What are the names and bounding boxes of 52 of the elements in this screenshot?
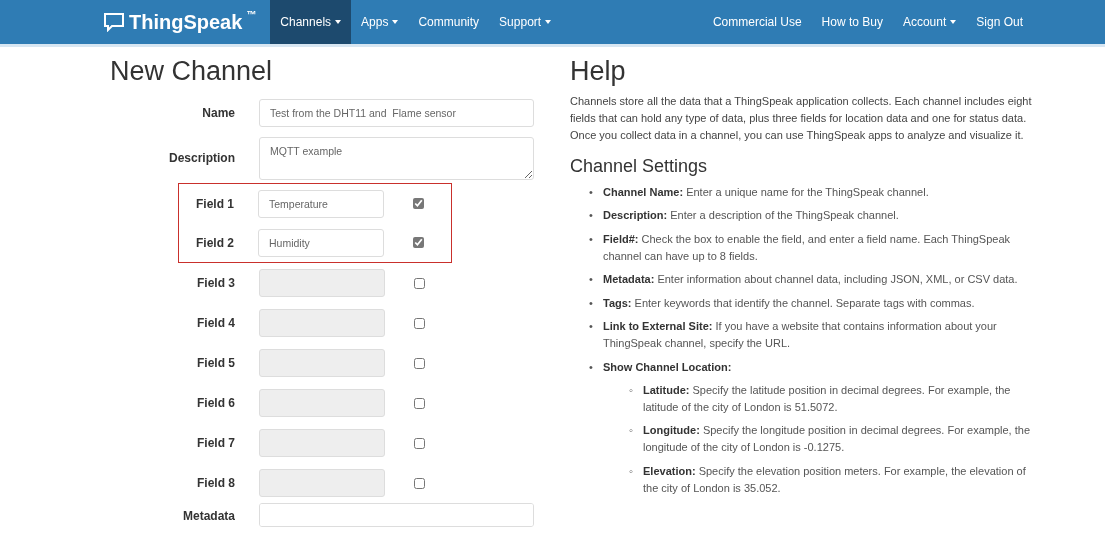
name-input[interactable]: Test from the DHT11 and Flame sensor bbox=[259, 99, 534, 128]
help-item-text: Channel Name: Enter a unique name for the ThingSpeak channel. bbox=[603, 186, 929, 198]
bullet-marker: ◦ bbox=[629, 423, 634, 439]
bullet-marker: • bbox=[589, 232, 594, 247]
help-title: Help bbox=[570, 55, 627, 88]
field-label: Field 7 bbox=[196, 435, 236, 453]
page-title: New Channel bbox=[110, 55, 274, 88]
bullet-marker: • bbox=[589, 360, 594, 375]
field-checkbox[interactable] bbox=[413, 237, 424, 249]
metadata-input[interactable] bbox=[259, 503, 534, 528]
brand-logo[interactable]: ThingSpeak $^{™}$ bbox=[103, 7, 257, 37]
help-item-text: Latitude: Specify the latitude position in decimal degrees. For example, the latitude of the city of London is 51.5072. bbox=[643, 384, 1011, 413]
speech-bubble-icon bbox=[103, 12, 125, 32]
help-item-text: Longitude: Specify the longitude position in decimal degrees. For example, the longitude of the city of London is -0.1275. bbox=[643, 424, 1031, 454]
help-item-text: Link to External Site: If you have a website that contains information about your ThingSpeak channel, specify the URL. bbox=[603, 320, 997, 350]
bullet-marker: • bbox=[589, 296, 594, 311]
nav-link[interactable]: How to Buy bbox=[811, 0, 893, 44]
nav-link[interactable]: Community bbox=[408, 0, 490, 44]
field-label: Field 4 bbox=[196, 315, 236, 333]
help-item-text: Metadata: Enter information about channel data, including JSON, XML, or CSV data. bbox=[603, 273, 1018, 286]
nav-link[interactable]: Sign Out bbox=[966, 0, 1033, 44]
help-item-text: Field#: Check the box to enable the field, and enter a field name. Each ThingSpeak channel can have up to 8 fields. bbox=[603, 233, 1011, 262]
bullet-marker: • bbox=[589, 272, 594, 288]
help-item-text: Show Channel Location: bbox=[603, 361, 732, 373]
help-item-text: Description: Enter a description of the ThingSpeak channel. bbox=[603, 209, 899, 222]
field-input[interactable]: Temperature bbox=[258, 189, 384, 218]
help-item-text: Tags: Enter keywords that identify the channel. Separate tags with commas. bbox=[603, 297, 975, 309]
field-input[interactable]: Humidity bbox=[258, 228, 384, 257]
field-label: Metadata bbox=[182, 508, 236, 526]
field-label: Field 5 bbox=[196, 355, 236, 373]
nav-link[interactable]: Commercial Use bbox=[702, 0, 812, 44]
section-heading: Channel Settings bbox=[570, 156, 709, 178]
nav-link[interactable]: Channels bbox=[270, 0, 352, 44]
field-label: Field 1 bbox=[195, 195, 235, 213]
bullet-marker: ◦ bbox=[629, 383, 634, 398]
field-label: Description bbox=[168, 150, 236, 168]
bullet-marker: • bbox=[589, 185, 594, 200]
field-label: Field 3 bbox=[196, 275, 236, 293]
bullet-marker: • bbox=[589, 208, 594, 224]
nav-link[interactable]: Account bbox=[892, 0, 967, 44]
field-checkbox[interactable] bbox=[413, 198, 424, 210]
help-paragraph: Channels store all the data that a ThingSpeak application collects. Each channel includes eight fields that can hold any type of data, plus three fields for location data and one for status data. Once you collect data in a channel, you can use ThingSpeak apps to analyze and visualize it. bbox=[570, 94, 1033, 144]
help-item-text: Elevation: Specify the elevation position meters. For example, the elevation of the city of London is 35.052. bbox=[643, 465, 1026, 494]
field-label: Field 2 bbox=[195, 234, 235, 252]
bullet-marker: • bbox=[589, 319, 594, 335]
field-label: Field 8 bbox=[196, 475, 236, 493]
field-label: Name bbox=[201, 105, 236, 123]
field-label: Field 6 bbox=[196, 395, 236, 413]
description-input[interactable]: MQTT example bbox=[259, 136, 534, 180]
bullet-marker: ◦ bbox=[629, 464, 634, 479]
nav-link[interactable]: Apps bbox=[351, 0, 409, 44]
nav-link[interactable]: Support bbox=[489, 0, 562, 44]
